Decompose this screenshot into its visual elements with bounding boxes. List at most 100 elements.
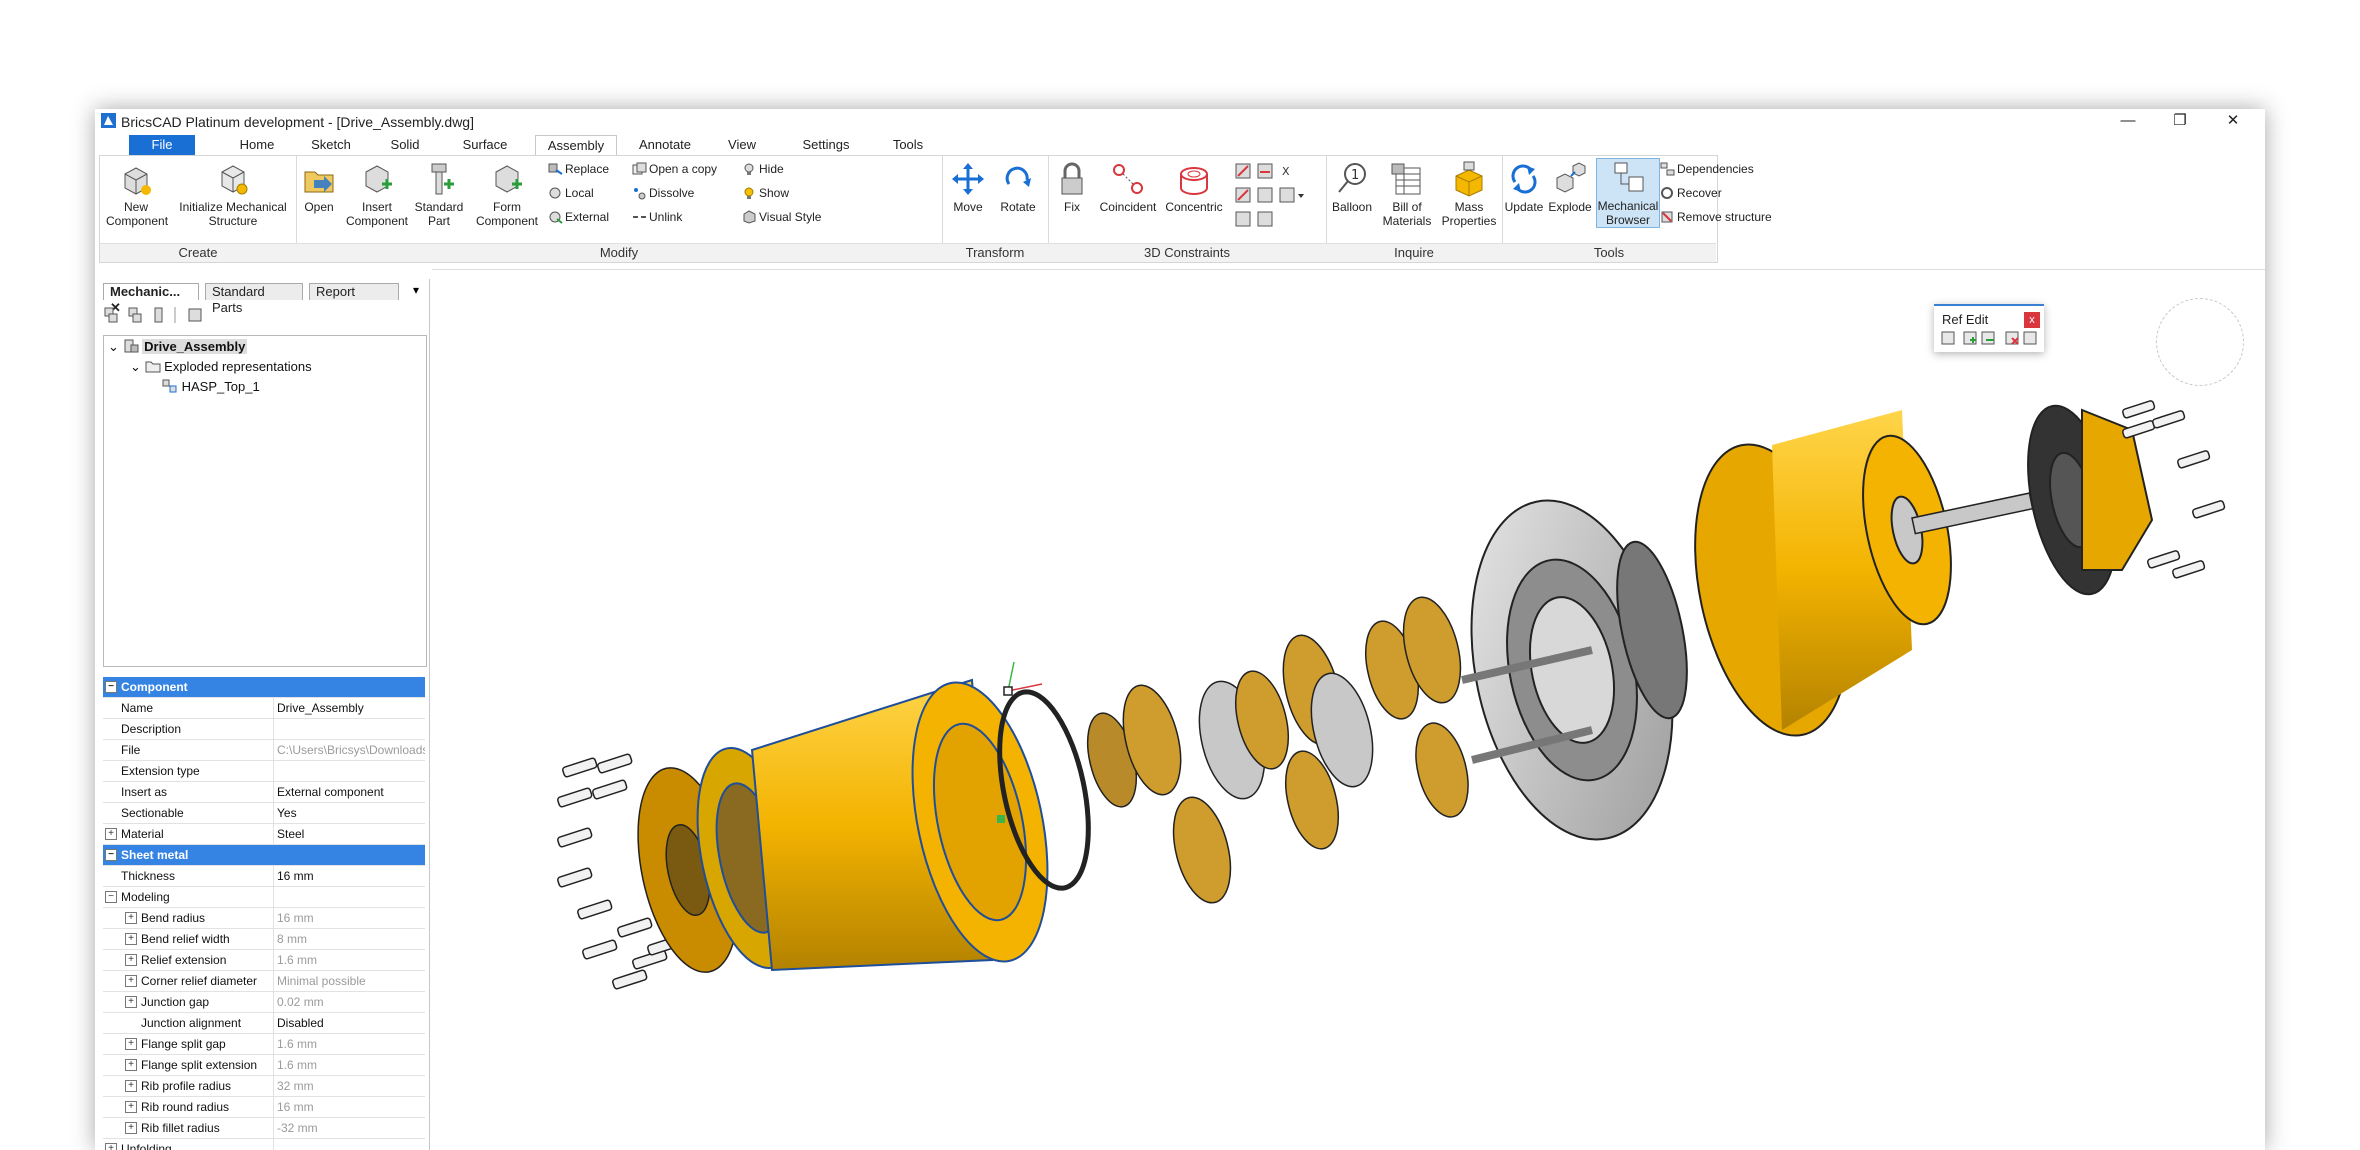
move-button[interactable]: Move [946,160,990,214]
tab-settings[interactable]: Settings [785,135,867,155]
property-row[interactable]: + Junction gap 0.02 mm [103,992,425,1013]
expand-icon[interactable]: + [125,975,137,987]
show-button[interactable]: Show [742,184,789,202]
ref-edit-tools[interactable] [1940,330,2040,353]
coincident-button[interactable]: Coincident [1096,160,1160,214]
tree-root[interactable]: ⌄ Drive_Assembly [108,338,248,356]
rotate-button[interactable]: Rotate [994,160,1042,214]
property-value[interactable]: Yes [277,803,425,823]
property-value[interactable]: 8 mm [277,929,425,949]
property-row[interactable]: File C:\Users\Bricsys\Downloads [103,740,425,761]
property-row[interactable]: + Rib fillet radius -32 mm [103,1118,425,1139]
property-row[interactable]: + Unfolding [103,1139,425,1150]
local-button[interactable]: Local [548,184,594,202]
close-button[interactable]: ✕ [2210,111,2256,131]
property-category[interactable]: − Component [103,677,425,698]
property-row[interactable]: + Flange split gap 1.6 mm [103,1034,425,1055]
property-value[interactable]: Minimal possible [277,971,425,991]
bill-of-materials-button[interactable]: Bill of Materials [1378,160,1436,228]
property-value[interactable]: 16 mm [277,1097,425,1117]
chevron-down-icon[interactable]: ⌄ [130,359,141,374]
tab-file[interactable]: File [129,135,195,155]
expand-icon[interactable]: + [125,912,137,924]
collapse-icon[interactable]: − [105,681,117,693]
tab-sketch[interactable]: Sketch [295,135,367,155]
property-row[interactable]: Description [103,719,425,740]
form-component-button[interactable]: Form Component [472,160,542,228]
tree-item-exploded[interactable]: ⌄ Exploded representations [130,358,312,376]
property-row[interactable]: + Corner relief diameter Minimal possible [103,971,425,992]
expand-icon[interactable]: + [125,996,137,1008]
property-value[interactable]: 16 mm [277,866,425,886]
expand-icon[interactable]: + [125,954,137,966]
tab-home[interactable]: Home [221,135,293,155]
property-row[interactable]: Junction alignment Disabled [103,1013,425,1034]
property-row[interactable]: + Relief extension 1.6 mm [103,950,425,971]
property-value[interactable]: C:\Users\Bricsys\Downloads [277,740,425,760]
expand-icon[interactable]: + [125,933,137,945]
standard-part-button[interactable]: Standard Part [412,160,466,228]
expand-icon[interactable]: + [125,1101,137,1113]
property-row[interactable]: − Modeling [103,887,425,908]
fix-button[interactable]: Fix [1052,160,1092,214]
property-row[interactable]: Insert as External component [103,782,425,803]
dissolve-button[interactable]: Dissolve [632,184,694,202]
dependencies-button[interactable]: Dependencies [1660,160,1754,178]
expand-icon[interactable]: + [105,828,117,840]
mass-properties-button[interactable]: Mass Properties [1438,160,1500,228]
insert-component-button[interactable]: Insert Component [344,160,410,228]
mechanical-browser-button[interactable]: Mechanical Browser [1596,158,1660,228]
property-row[interactable]: Thickness 16 mm [103,866,425,887]
ref-edit-close-button[interactable]: x [2024,312,2040,328]
external-button[interactable]: External [548,208,609,226]
property-row[interactable]: Name Drive_Assembly [103,698,425,719]
property-row[interactable]: + Flange split extension 1.6 mm [103,1055,425,1076]
tab-annotate[interactable]: Annotate [625,135,705,155]
new-component-button[interactable]: New Component [106,160,168,228]
tab-assembly[interactable]: Assembly [535,135,617,157]
property-value[interactable] [277,761,425,781]
property-value[interactable]: 0.02 mm [277,992,425,1012]
view-navigation-ring[interactable] [2156,298,2244,386]
property-value[interactable]: 1.6 mm [277,950,425,970]
drive-assembly-model[interactable] [432,270,2265,1150]
constraint-small-tools[interactable]: X [1234,162,1322,230]
property-value[interactable]: Steel [277,824,425,844]
property-value[interactable] [277,1139,425,1150]
property-value[interactable]: 32 mm [277,1076,425,1096]
replace-button[interactable]: Replace [548,160,609,178]
property-row[interactable]: + Material Steel [103,824,425,845]
property-value[interactable] [277,887,425,907]
property-value[interactable]: -32 mm [277,1118,425,1138]
property-row[interactable]: + Bend radius 16 mm [103,908,425,929]
model-viewport[interactable]: Ref Edit x [432,269,2265,1150]
tab-surface[interactable]: Surface [445,135,525,155]
open-button[interactable]: Open [300,160,338,214]
init-structure-button[interactable]: Initialize Mechanical Structure [176,160,290,228]
property-row[interactable]: Extension type [103,761,425,782]
unlink-button[interactable]: Unlink [632,208,682,226]
expand-icon[interactable]: + [125,1122,137,1134]
explode-button[interactable]: Explode [1546,160,1594,214]
property-row[interactable]: + Bend relief width 8 mm [103,929,425,950]
expand-icon[interactable]: + [125,1038,137,1050]
property-value[interactable] [277,719,425,739]
tab-view[interactable]: View [707,135,777,155]
concentric-button[interactable]: Concentric [1162,160,1226,214]
balloon-button[interactable]: 1 Balloon [1328,160,1376,214]
property-value[interactable]: 16 mm [277,908,425,928]
property-value[interactable]: Drive_Assembly [277,698,425,718]
expand-icon[interactable]: + [125,1059,137,1071]
property-value[interactable]: Disabled [277,1013,425,1033]
property-row[interactable]: Sectionable Yes [103,803,425,824]
restore-button[interactable]: ❐ [2157,111,2203,131]
tab-standard-parts[interactable]: Standard Parts [205,283,303,315]
property-value[interactable]: 1.6 mm [277,1034,425,1054]
tab-tools[interactable]: Tools [875,135,941,155]
expand-icon[interactable]: + [125,1080,137,1092]
expand-icon[interactable]: + [105,1143,117,1150]
tree-item-hasp[interactable]: HASP_Top_1 [162,378,260,396]
hide-button[interactable]: Hide [742,160,784,178]
property-row[interactable]: + Rib profile radius 32 mm [103,1076,425,1097]
property-value[interactable]: 1.6 mm [277,1055,425,1075]
